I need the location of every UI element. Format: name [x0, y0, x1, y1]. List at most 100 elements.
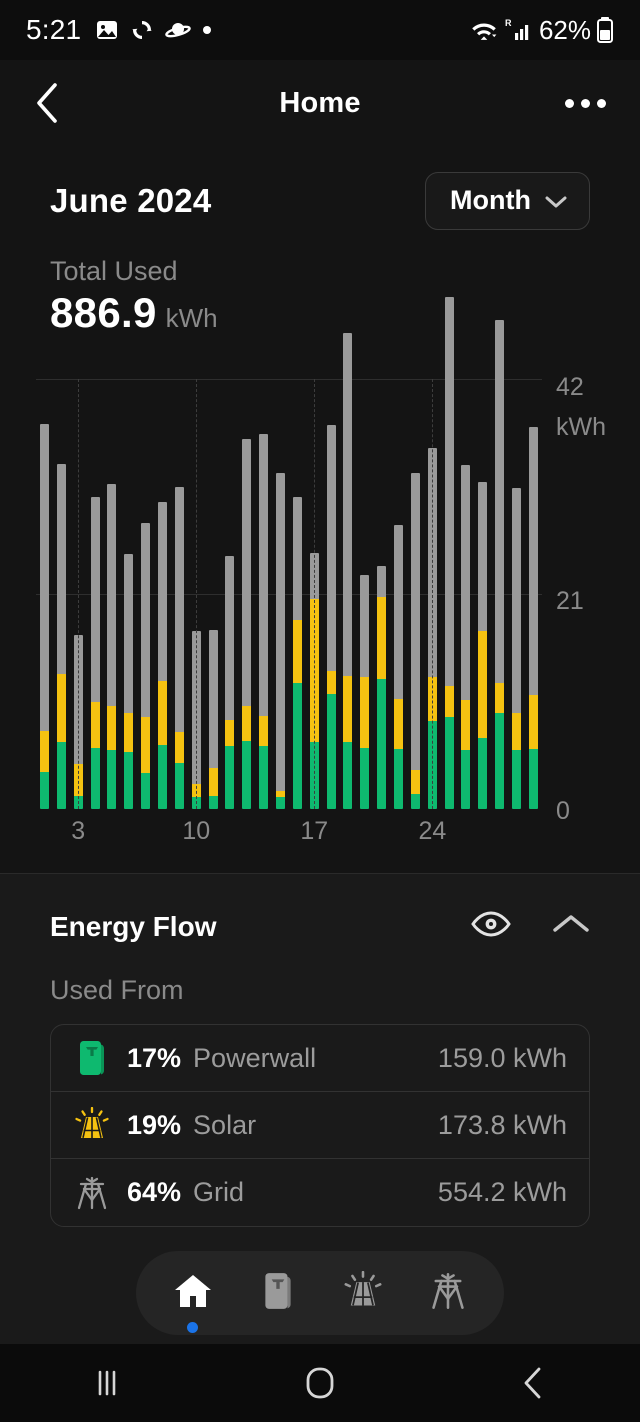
- chart-segment-grid: [174, 486, 184, 733]
- chart-bar-column[interactable]: [373, 379, 390, 809]
- chart-segment-powerwall: [410, 793, 420, 809]
- chart-segment-powerwall: [360, 747, 370, 809]
- chart-segment-solar: [377, 597, 387, 679]
- chart-bar-column[interactable]: [491, 319, 508, 809]
- chart-bar-column[interactable]: [171, 379, 188, 809]
- chart-bar-day-26: [461, 465, 471, 809]
- chart-bar-column[interactable]: [205, 379, 222, 809]
- chart-segment-grid: [444, 297, 454, 687]
- energy-flow-row-powerwall[interactable]: 17% Powerwall 159.0 kWh: [51, 1025, 589, 1092]
- chevron-up-icon[interactable]: [552, 912, 590, 941]
- eye-icon[interactable]: [470, 910, 512, 943]
- grid-icon: [429, 1271, 467, 1316]
- summary-section: June 2024 Month Total Used 886.9 kWh: [0, 146, 640, 337]
- chart-bar-column[interactable]: [390, 379, 407, 809]
- energy-flow-name: Powerwall: [193, 1042, 317, 1073]
- tab-home[interactable]: [156, 1251, 230, 1335]
- chart-bar-day-8: [157, 501, 167, 809]
- tab-powerwall[interactable]: [241, 1251, 315, 1335]
- chart-segment-powerwall: [292, 683, 302, 809]
- chart-bar-column[interactable]: [407, 379, 424, 809]
- chart-bar-column[interactable]: [474, 379, 491, 809]
- x-tick-24: 24: [418, 817, 447, 845]
- chart-bar-column[interactable]: [508, 379, 525, 809]
- energy-flow-row-grid[interactable]: 64% Grid 554.2 kWh: [51, 1159, 589, 1226]
- chart-bar-column[interactable]: [457, 379, 474, 809]
- chart-segment-solar: [107, 705, 117, 750]
- recents-icon[interactable]: [47, 1344, 167, 1422]
- energy-flow-name: Grid: [193, 1177, 245, 1207]
- page-title: Home: [279, 86, 361, 119]
- home-circle-icon[interactable]: [260, 1344, 380, 1422]
- chart-segment-powerwall: [275, 796, 285, 809]
- chart-dash-10: [196, 379, 198, 809]
- energy-flow-row-solar[interactable]: 19% Solar 173.8 kWh: [51, 1092, 589, 1159]
- energy-flow-percent: 19%: [127, 1109, 182, 1140]
- chart-segment-powerwall: [225, 745, 235, 809]
- chart-segment-solar: [208, 768, 218, 796]
- range-selector-label: Month: [450, 185, 531, 215]
- chart-segment-powerwall: [478, 738, 488, 809]
- tab-grid[interactable]: [411, 1251, 485, 1335]
- chart-bar-day-13: [242, 439, 252, 809]
- chart-bar-day-6: [124, 554, 134, 809]
- chart-segment-grid: [275, 473, 285, 791]
- x-tick-10: 10: [182, 817, 211, 845]
- chart-bar-column[interactable]: [289, 379, 306, 809]
- back-button[interactable]: [34, 83, 74, 123]
- chart-bar-day-28: [495, 319, 505, 809]
- chart-segment-solar: [90, 701, 100, 748]
- chart-segment-grid: [56, 463, 66, 674]
- chart-bar-day-2: [56, 463, 66, 809]
- chart-bar-column[interactable]: [87, 379, 104, 809]
- chart-segment-powerwall: [444, 716, 454, 809]
- energy-flow-value: 554.2 kWh: [437, 1177, 567, 1207]
- chart-bar-column[interactable]: [103, 379, 120, 809]
- chart-segment-powerwall: [124, 751, 134, 809]
- chart-bar-day-29: [511, 487, 521, 809]
- app-bar: Home: [0, 60, 640, 146]
- chart-bar-column[interactable]: [441, 297, 458, 809]
- status-bar-notification-icons: [95, 18, 212, 42]
- chart-bar-column[interactable]: [356, 379, 373, 809]
- chart-bar-column[interactable]: [238, 379, 255, 809]
- chart-bar-column[interactable]: [339, 332, 356, 809]
- chart-bar-column[interactable]: [255, 379, 272, 809]
- chart-segment-grid: [360, 574, 370, 677]
- back-icon[interactable]: [473, 1344, 593, 1422]
- chart-bar-column[interactable]: [36, 379, 53, 809]
- powerwall-icon: [73, 1039, 111, 1077]
- chart-bar-column[interactable]: [53, 379, 70, 809]
- chart-bar-day-25: [444, 297, 454, 809]
- chevron-down-icon: [545, 185, 567, 216]
- powerwall-icon: [261, 1271, 295, 1316]
- more-options-button[interactable]: [565, 98, 606, 108]
- chart-bar-column[interactable]: [525, 379, 542, 809]
- chart-segment-powerwall: [495, 712, 505, 809]
- status-bar-clock: 5:21: [26, 14, 82, 45]
- chart-segment-solar: [528, 695, 538, 749]
- chart-segment-solar: [444, 686, 454, 717]
- used-from-card: 17% Powerwall 159.0 kWh 19% Solar 173.8 …: [50, 1024, 590, 1227]
- chart-bar-column[interactable]: [120, 379, 137, 809]
- chart-bar-column[interactable]: [272, 379, 289, 809]
- chart-bar-column[interactable]: [323, 379, 340, 809]
- chart-bar-column[interactable]: [137, 379, 154, 809]
- chart-segment-powerwall: [174, 762, 184, 809]
- chart-bar-column[interactable]: [221, 379, 238, 809]
- chart-segment-solar: [410, 770, 420, 794]
- chart-segment-powerwall: [528, 748, 538, 809]
- chart-segment-solar: [242, 705, 252, 742]
- android-navigation-bar: [0, 1344, 640, 1422]
- bottom-tab-bar: [136, 1251, 504, 1335]
- chart-segment-grid: [326, 425, 336, 671]
- chart-bar-day-7: [141, 523, 151, 809]
- energy-flow-actions: [470, 910, 590, 943]
- tab-solar[interactable]: [326, 1251, 400, 1335]
- total-used-row: 886.9 kWh: [50, 289, 590, 337]
- range-selector-button[interactable]: Month: [425, 172, 590, 230]
- energy-flow-value: 159.0 kWh: [437, 1042, 567, 1073]
- chart-bar-column[interactable]: [154, 379, 171, 809]
- energy-usage-chart[interactable]: 42 kWh 21 0 3 10 17 24: [0, 297, 640, 859]
- chart-segment-grid: [157, 501, 167, 682]
